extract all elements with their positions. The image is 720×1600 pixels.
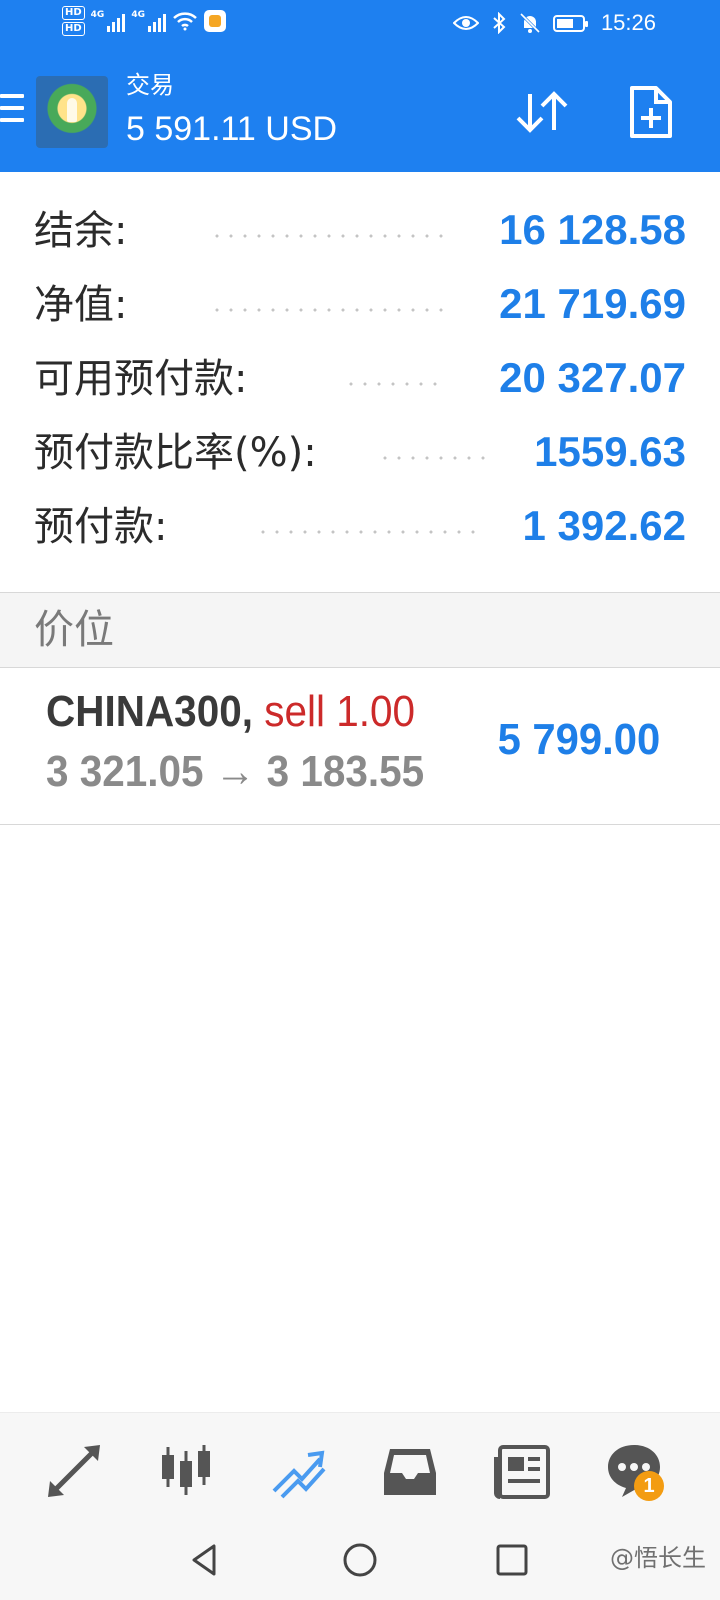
home-icon[interactable] bbox=[338, 1538, 382, 1582]
signal-icon: 4G bbox=[131, 10, 166, 32]
summary-label: 预付款: bbox=[34, 504, 168, 550]
open-price: 3 321.05 bbox=[46, 747, 204, 796]
hd-badge: HD bbox=[62, 22, 85, 36]
summary-value: 1559.63 bbox=[534, 428, 686, 475]
metatrader-logo bbox=[36, 76, 108, 148]
app-bar: 交易 5 591.11 USD bbox=[0, 48, 720, 172]
new-order-icon[interactable] bbox=[624, 84, 676, 140]
summary-row-margin-level: 预付款比率(%): 1559.63 bbox=[0, 416, 720, 490]
dot-leader bbox=[378, 456, 494, 460]
summary-value: 21 719.69 bbox=[499, 280, 686, 327]
dot-leader bbox=[344, 382, 444, 386]
sort-icon[interactable] bbox=[512, 84, 572, 140]
summary-label: 结余: bbox=[34, 208, 128, 254]
bottom-nav: 1 bbox=[0, 1412, 720, 1523]
history-icon[interactable] bbox=[380, 1441, 440, 1501]
chat-badge: 1 bbox=[634, 1471, 664, 1501]
notification-app-icon bbox=[203, 10, 226, 32]
dot-leader bbox=[210, 234, 450, 238]
status-bar: HD HD 4G 4G 15:26 bbox=[0, 0, 720, 48]
hd-badge: HD bbox=[62, 6, 85, 20]
mute-bell-icon bbox=[519, 12, 540, 34]
position-symbol: CHINA300 bbox=[46, 687, 242, 736]
status-left-icons: HD HD 4G 4G bbox=[62, 6, 226, 36]
news-icon[interactable] bbox=[492, 1441, 552, 1501]
summary-row-equity: 净值: 21 719.69 bbox=[0, 268, 720, 342]
summary-label: 预付款比率(%): bbox=[34, 430, 317, 476]
summary-value: 20 327.07 bbox=[499, 354, 686, 401]
position-prices: 3 321.05 → 3 183.55 bbox=[46, 746, 424, 798]
watermark: @悟长生 bbox=[610, 1544, 706, 1572]
bluetooth-icon bbox=[493, 12, 506, 34]
recents-icon[interactable] bbox=[490, 1538, 534, 1582]
summary-row-balance: 结余: 16 128.58 bbox=[0, 194, 720, 268]
current-price: 3 183.55 bbox=[266, 747, 425, 796]
status-right-icons: 15:26 bbox=[452, 10, 656, 36]
summary-label: 可用预付款: bbox=[34, 356, 248, 402]
wifi-icon bbox=[173, 12, 197, 31]
header-balance: 5 591.11 USD bbox=[126, 110, 338, 148]
position-volume: 1.00 bbox=[336, 687, 416, 736]
summary-row-margin: 预付款: 1 392.62 bbox=[0, 490, 720, 564]
signal-icon: 4G bbox=[91, 10, 126, 32]
status-time: 15:26 bbox=[600, 10, 656, 35]
battery-icon bbox=[552, 14, 588, 32]
position-type: sell bbox=[264, 687, 325, 736]
hd-badges: HD HD bbox=[62, 6, 85, 36]
section-title: 价位 bbox=[34, 607, 114, 653]
position-title: CHINA300, sell 1.00 bbox=[46, 686, 415, 738]
eye-icon bbox=[452, 16, 479, 30]
quotes-icon[interactable] bbox=[44, 1441, 104, 1501]
page-title: 交易 bbox=[126, 71, 174, 99]
summary-label: 净值: bbox=[34, 282, 128, 328]
positions-section-header: 价位 bbox=[0, 592, 720, 668]
summary-row-free-margin: 可用预付款: 20 327.07 bbox=[0, 342, 720, 416]
summary-value: 16 128.58 bbox=[499, 206, 686, 253]
summary-value: 1 392.62 bbox=[522, 502, 687, 549]
account-summary: 结余: 16 128.58 净值: 21 719.69 可用预付款: 20 32… bbox=[0, 172, 720, 592]
dot-leader bbox=[210, 308, 450, 312]
network-type-label: 4G bbox=[90, 10, 105, 20]
chart-icon[interactable] bbox=[156, 1441, 216, 1501]
dot-leader bbox=[256, 530, 478, 534]
price-arrow: → bbox=[214, 747, 256, 796]
network-type-label: 4G bbox=[131, 10, 145, 20]
system-nav-bar: @悟长生 bbox=[0, 1522, 720, 1600]
position-separator: , bbox=[241, 687, 265, 736]
menu-icon[interactable] bbox=[0, 94, 24, 128]
chat-button[interactable]: 1 bbox=[604, 1441, 664, 1501]
position-row[interactable]: CHINA300, sell 1.00 3 321.05 → 3 183.55 … bbox=[0, 668, 720, 825]
position-profit: 5 799.00 bbox=[497, 715, 660, 764]
trade-icon[interactable] bbox=[268, 1441, 328, 1501]
back-icon[interactable] bbox=[184, 1538, 228, 1582]
